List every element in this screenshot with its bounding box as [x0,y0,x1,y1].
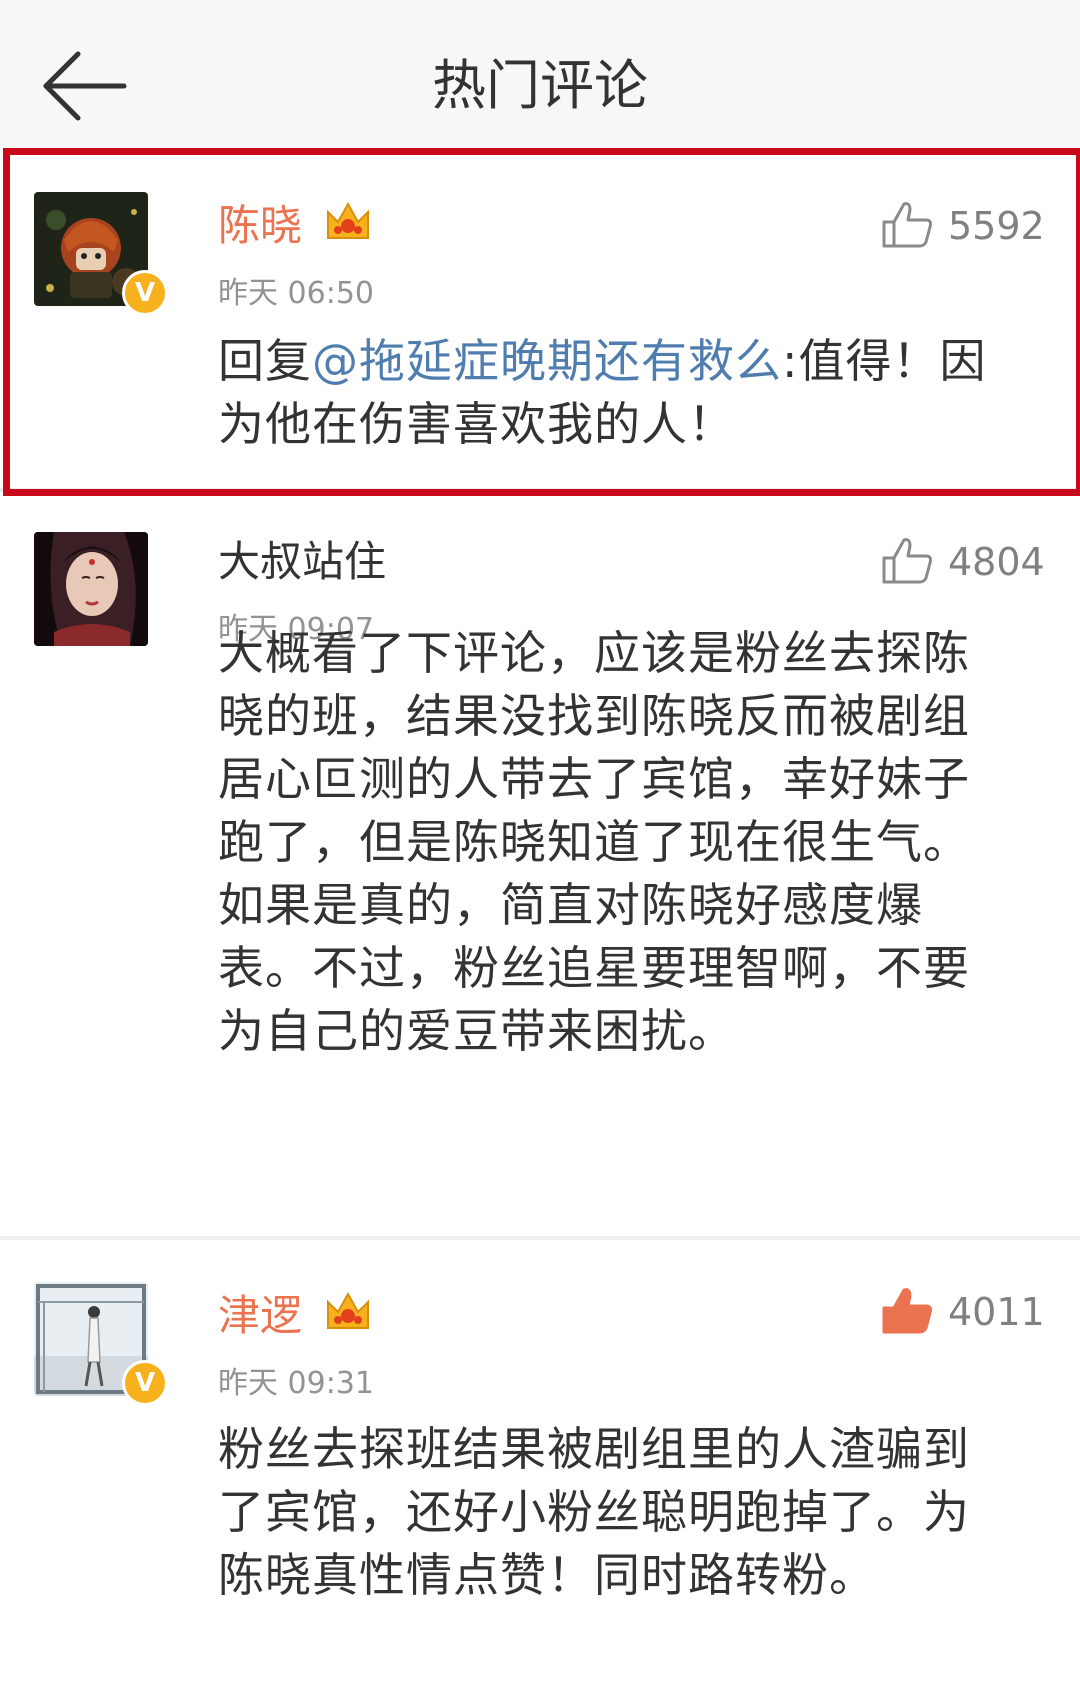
crown-icon [327,1291,369,1329]
hot-comments-page: 热门评论 V 陈晓 5592 昨天 06:50 回复@拖延症晚期还有救么:值得！… [0,0,1080,1691]
comment-text: 回复@拖延症晚期还有救么:值得！因为他在伤害喜欢我的人！ [218,330,1008,456]
comment-time: 昨天 06:50 [218,276,374,311]
verified-v-icon: V [122,1360,168,1406]
like-button[interactable]: 5592 [880,198,1045,254]
avatar[interactable]: V [34,1282,168,1406]
comment-item: V 津逻 4011 昨天 09:31 粉丝去探班结果被剧组里的人渣骗到了宾馆，还… [0,1240,1080,1691]
avatar-image [34,532,148,646]
like-button[interactable]: 4804 [880,534,1045,590]
comment-username[interactable]: 津逻 [218,1288,302,1344]
reply-prefix: 回复 [218,334,312,388]
avatar[interactable] [34,532,148,646]
thumbs-up-icon [882,202,932,248]
comment-username[interactable]: 大叔站住 [218,534,386,590]
thumbs-up-icon [882,1288,932,1334]
page-title: 热门评论 [432,54,648,117]
comment-item: 大叔站住 4804 昨天 09:07 大概看了下评论，应该是粉丝去探陈晓的班，结… [0,492,1080,1240]
comment-username[interactable]: 陈晓 [218,198,302,254]
like-count: 4011 [948,1290,1045,1334]
avatar[interactable]: V [34,192,168,316]
like-count: 4804 [948,540,1045,584]
comment-text: 大概看了下评论，应该是粉丝去探陈晓的班，结果没找到陈晓反而被剧组居心叵测的人带去… [218,626,970,1058]
crown-icon [327,201,369,239]
comment-text: 粉丝去探班结果被剧组里的人渣骗到了宾馆，还好小粉丝聪明跑掉了。为陈晓真性情点赞！… [218,1422,970,1602]
comment-item: V 陈晓 5592 昨天 06:50 回复@拖延症晚期还有救么:值得！因为他在伤… [0,150,1080,492]
thumbs-up-icon [882,538,932,584]
like-count: 5592 [948,204,1045,248]
header-bar: 热门评论 [0,0,1080,150]
like-button-active[interactable]: 4011 [880,1284,1045,1340]
mention-link[interactable]: @拖延症晚期还有救么 [312,334,782,388]
verified-v-icon: V [122,270,168,316]
comment-time: 昨天 09:31 [218,1366,374,1401]
